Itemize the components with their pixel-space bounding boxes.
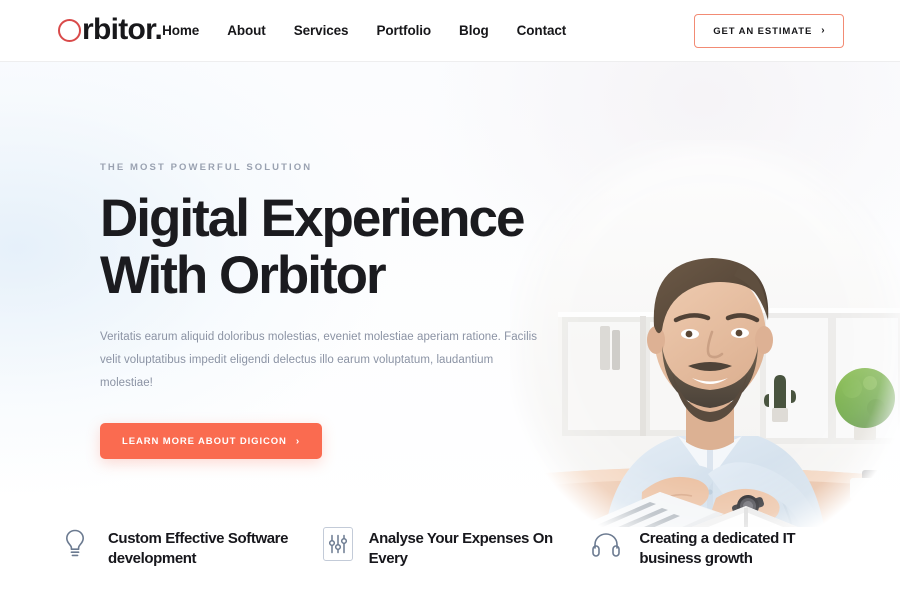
feature-title-3: Creating a dedicated IT business growth <box>639 530 796 567</box>
headphones-icon <box>589 527 623 561</box>
equalizer-sliders-icon <box>322 527 353 561</box>
hero-copy: THE MOST POWERFUL SOLUTION Digital Exper… <box>100 162 570 460</box>
feature-title-2: Analyse Your Expenses On Every <box>368 530 553 567</box>
hero-headline-line-1: Digital Experience <box>100 189 526 248</box>
feature-card-3[interactable]: Creating a dedicated IT business growth <box>575 527 842 569</box>
lightbulb-icon <box>58 527 92 561</box>
learn-more-button[interactable]: LEARN MORE ABOUT DIGICON › <box>100 423 323 460</box>
logo[interactable]: rbitor. <box>58 12 163 46</box>
hero-eyebrow: THE MOST POWERFUL SOLUTION <box>100 162 313 173</box>
nav-item-contact[interactable]: Contact <box>517 23 567 38</box>
chevron-right-icon: › <box>821 25 826 36</box>
page-root: rbitor. Home About Services Portfolio Bl… <box>0 0 900 600</box>
site-header: rbitor. Home About Services Portfolio Bl… <box>0 0 900 62</box>
hero-section: THE MOST POWERFUL SOLUTION Digital Exper… <box>0 62 900 527</box>
main-navigation: Home About Services Portfolio Blog Conta… <box>162 13 845 48</box>
nav-item-portfolio[interactable]: Portfolio <box>376 23 431 38</box>
hero-headline: Digital Experience With Orbitor <box>100 189 570 305</box>
nav-item-about[interactable]: About <box>227 23 266 38</box>
hero-headline-line-2: With Orbitor <box>100 245 387 305</box>
nav-item-home[interactable]: Home <box>162 23 199 38</box>
logo-o-ring-icon <box>58 18 81 42</box>
feature-title-1: Custom Effective Software development <box>108 530 289 567</box>
nav-item-blog[interactable]: Blog <box>459 23 489 38</box>
chevron-right-icon: › <box>295 435 301 447</box>
learn-more-label: LEARN MORE ABOUT DIGICON <box>122 436 287 448</box>
hero-paragraph: Veritatis earum aliquid doloribus molest… <box>100 331 538 390</box>
features-section: Custom Effective Software development An… <box>0 527 900 569</box>
feature-card-1[interactable]: Custom Effective Software development <box>58 527 311 569</box>
nav-item-services[interactable]: Services <box>294 23 349 38</box>
get-an-estimate-label: GET AN ESTIMATE <box>713 25 813 37</box>
get-an-estimate-button[interactable]: GET AN ESTIMATE › <box>694 13 845 48</box>
feature-card-2[interactable]: Analyse Your Expenses On Every <box>311 527 576 569</box>
logo-text: rbitor. <box>82 12 163 46</box>
